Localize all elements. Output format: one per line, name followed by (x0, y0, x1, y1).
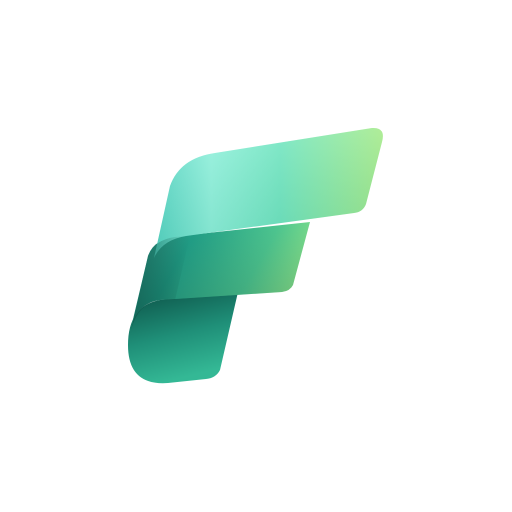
fabric-logo-icon (128, 127, 383, 384)
canvas-background (0, 0, 512, 512)
